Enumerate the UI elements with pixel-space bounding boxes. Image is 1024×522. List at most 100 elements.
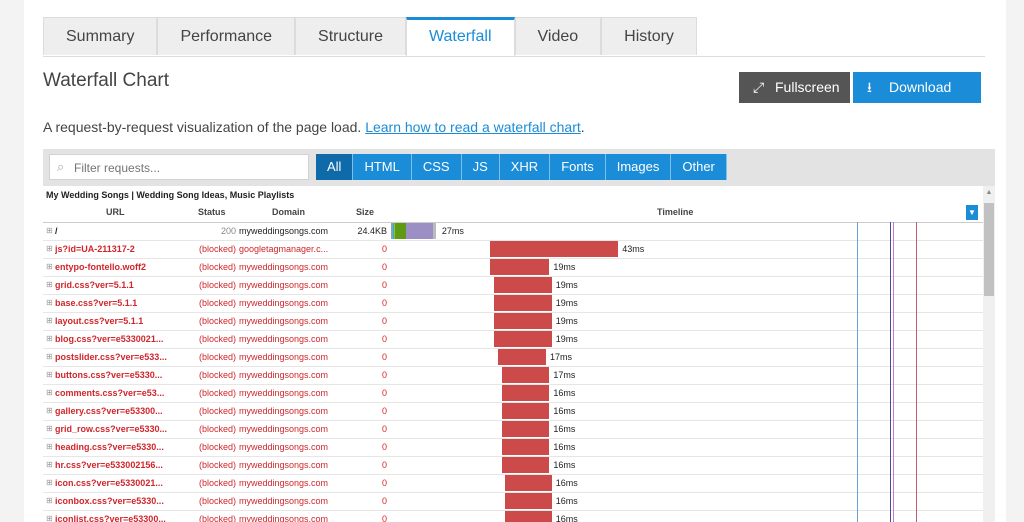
request-time: 16ms (553, 388, 576, 398)
table-row[interactable]: ⊞ grid.css?ver=5.1.1 (blocked) myweddingson… (43, 276, 983, 295)
col-status[interactable]: Status (198, 207, 226, 217)
timeline-bar[interactable] (493, 313, 552, 329)
download-label: Download HAR (889, 79, 952, 126)
request-url[interactable]: base.css?ver=5.1.1 (55, 298, 185, 308)
timeline-bar[interactable] (493, 277, 552, 293)
request-url[interactable]: grid.css?ver=5.1.1 (55, 280, 185, 290)
request-size: 0 (381, 496, 387, 506)
request-url[interactable]: hr.css?ver=e533002156... (55, 460, 185, 470)
request-url[interactable]: iconlist.css?ver=e53300... (55, 514, 185, 522)
tab-waterfall[interactable]: Waterfall (405, 17, 515, 57)
expand-row-icon[interactable]: ⊞ (46, 298, 53, 307)
col-size[interactable]: Size (356, 207, 374, 217)
filter-js-button[interactable]: JS (461, 154, 500, 180)
expand-row-icon[interactable]: ⊞ (46, 442, 53, 451)
request-url[interactable]: js?id=UA-211317-2 (55, 244, 185, 254)
table-row[interactable]: ⊞ iconlist.css?ver=e53300... (blocked) mywe… (43, 510, 983, 522)
timeline-dropdown-button[interactable]: ▼ (966, 205, 978, 220)
filter-images-button[interactable]: Images (605, 154, 672, 180)
filter-fonts-button[interactable]: Fonts (550, 154, 606, 180)
expand-row-icon[interactable]: ⊞ (46, 370, 53, 379)
table-row[interactable]: ⊞ hr.css?ver=e533002156... (blocked) mywedd… (43, 456, 983, 475)
table-row[interactable]: ⊞ comments.css?ver=e53... (blocked) myweddi… (43, 384, 983, 403)
filter-other-button[interactable]: Other (671, 154, 727, 180)
col-timeline[interactable]: Timeline (657, 207, 693, 217)
table-row[interactable]: ⊞ heading.css?ver=e5330... (blocked) mywedd… (43, 438, 983, 457)
request-domain: myweddingsongs.com (239, 514, 329, 522)
table-row[interactable]: ⊞ buttons.css?ver=e5330... (blocked) mywedd… (43, 366, 983, 385)
download-har-button[interactable]: ⭳ Download HAR (853, 72, 981, 126)
timeline-bar[interactable] (493, 295, 552, 311)
timeline-bar[interactable] (505, 493, 552, 509)
tab-summary[interactable]: Summary (43, 17, 158, 55)
request-url[interactable]: / (55, 226, 185, 236)
expand-row-icon[interactable]: ⊞ (46, 262, 53, 271)
timeline-bar[interactable] (489, 259, 550, 275)
expand-row-icon[interactable]: ⊞ (46, 406, 53, 415)
expand-row-icon[interactable]: ⊞ (46, 388, 53, 397)
request-url[interactable]: layout.css?ver=5.1.1 (55, 316, 185, 326)
table-row[interactable]: ⊞ icon.css?ver=e5330021... (blocked) mywedd… (43, 474, 983, 493)
expand-row-icon[interactable]: ⊞ (46, 316, 53, 325)
request-url[interactable]: icon.css?ver=e5330021... (55, 478, 185, 488)
request-time: 16ms (555, 496, 578, 506)
expand-row-icon[interactable]: ⊞ (46, 478, 53, 487)
table-row[interactable]: ⊞/ 200 myweddingsongs.com 24.4KB 27ms (43, 222, 983, 241)
timeline-bar[interactable] (505, 475, 552, 491)
timeline-bar[interactable] (498, 349, 546, 365)
request-url[interactable]: grid_row.css?ver=e5330... (55, 424, 185, 434)
filter-xhr-button[interactable]: XHR (499, 154, 551, 180)
request-url[interactable]: entypo-fontello.woff2 (55, 262, 185, 272)
request-url[interactable]: buttons.css?ver=e5330... (55, 370, 185, 380)
timeline-bar[interactable] (501, 457, 550, 473)
table-row[interactable]: ⊞ layout.css?ver=5.1.1 (blocked) myweddings… (43, 312, 983, 331)
table-row[interactable]: ⊞ blog.css?ver=e5330021... (blocked) mywedd… (43, 330, 983, 349)
filter-all-button[interactable]: All (316, 154, 354, 180)
table-row[interactable]: ⊞ postslider.css?ver=e533... (blocked) mywe… (43, 348, 983, 367)
table-row[interactable]: ⊞ grid_row.css?ver=e5330... (blocked) mywed… (43, 420, 983, 439)
request-url[interactable]: heading.css?ver=e5330... (55, 442, 185, 452)
filter-input[interactable] (72, 158, 306, 178)
timeline-bar[interactable] (505, 511, 552, 522)
learn-waterfall-link[interactable]: Learn how to read a waterfall chart (365, 119, 581, 135)
table-row[interactable]: ⊞ js?id=UA-211317-2 (blocked) googletagmana… (43, 240, 983, 259)
request-url[interactable]: comments.css?ver=e53... (55, 388, 185, 398)
expand-row-icon[interactable]: ⊞ (46, 226, 53, 235)
filter-html-button[interactable]: HTML (353, 154, 412, 180)
tab-structure[interactable]: Structure (295, 17, 406, 55)
timeline-bar[interactable] (501, 403, 550, 419)
expand-row-icon[interactable]: ⊞ (46, 424, 53, 433)
timeline-bar[interactable] (493, 331, 552, 347)
expand-row-icon[interactable]: ⊞ (46, 352, 53, 361)
col-url[interactable]: URL (106, 207, 125, 217)
tab-performance[interactable]: Performance (157, 17, 296, 55)
expand-row-icon[interactable]: ⊞ (46, 334, 53, 343)
request-url[interactable]: gallery.css?ver=e53300... (55, 406, 185, 416)
scrollbar-thumb[interactable] (984, 203, 994, 296)
expand-row-icon[interactable]: ⊞ (46, 244, 53, 253)
table-row[interactable]: ⊞ entypo-fontello.woff2 (blocked) mywedding… (43, 258, 983, 277)
expand-row-icon[interactable]: ⊞ (46, 514, 53, 522)
expand-row-icon[interactable]: ⊞ (46, 496, 53, 505)
col-domain[interactable]: Domain (272, 207, 305, 217)
table-row[interactable]: ⊞ base.css?ver=5.1.1 (blocked) myweddingson… (43, 294, 983, 313)
timeline-bar[interactable] (501, 385, 550, 401)
filter-css-button[interactable]: CSS (411, 154, 462, 180)
timeline-bar[interactable] (501, 421, 550, 437)
table-row[interactable]: ⊞ iconbox.css?ver=e5330... (blocked) mywedd… (43, 492, 983, 511)
request-url[interactable]: iconbox.css?ver=e5330... (55, 496, 185, 506)
timeline-bar[interactable] (489, 241, 619, 257)
tab-history[interactable]: History (601, 17, 697, 55)
request-url[interactable]: postslider.css?ver=e533... (55, 352, 185, 362)
expand-row-icon[interactable]: ⊞ (46, 460, 53, 469)
timeline-bar[interactable] (501, 367, 550, 383)
expand-row-icon[interactable]: ⊞ (46, 280, 53, 289)
request-url[interactable]: blog.css?ver=e5330021... (55, 334, 185, 344)
scroll-up-icon[interactable]: ▲ (983, 189, 995, 196)
timeline-bar[interactable] (501, 439, 550, 455)
request-size: 0 (381, 316, 387, 326)
fullscreen-button[interactable]: ⤢ Fullscreen (739, 72, 850, 103)
tab-video[interactable]: Video (514, 17, 602, 55)
table-row[interactable]: ⊞ gallery.css?ver=e53300... (blocked) mywed… (43, 402, 983, 421)
scrollbar[interactable]: ▲ (983, 186, 995, 522)
